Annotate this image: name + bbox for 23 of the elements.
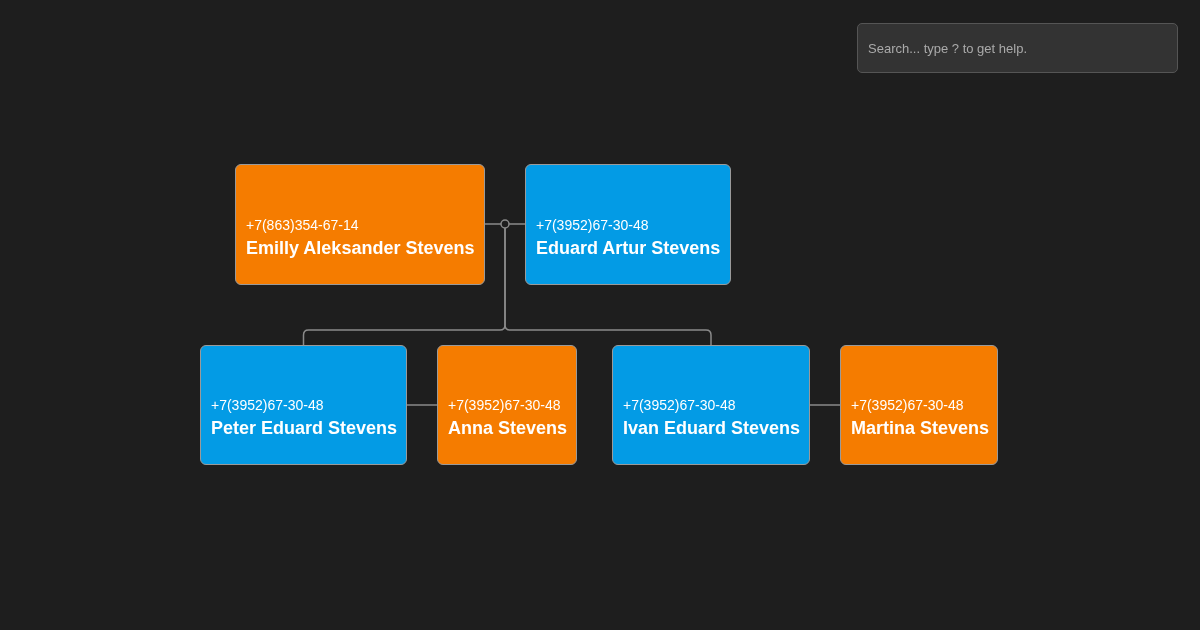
person-card[interactable]: +7(3952)67-30-48 Ivan Eduard Stevens <box>612 345 810 465</box>
phone-number: +7(3952)67-30-48 <box>623 396 736 414</box>
phone-number: +7(3952)67-30-48 <box>448 396 561 414</box>
person-name: Ivan Eduard Stevens <box>623 417 801 439</box>
partner-connector <box>809 404 841 406</box>
person-name: Eduard Artur Stevens <box>536 237 721 259</box>
person-card[interactable]: +7(3952)67-30-48 Peter Eduard Stevens <box>200 345 407 465</box>
person-card[interactable]: +7(863)354-67-14 Emilly Aleksander Stevens <box>235 164 485 285</box>
person-name: Anna Stevens <box>448 417 568 439</box>
person-name: Martina Stevens <box>851 417 990 439</box>
person-card[interactable]: +7(3952)67-30-48 Martina Stevens <box>840 345 998 465</box>
phone-number: +7(863)354-67-14 <box>246 216 359 234</box>
phone-number: +7(3952)67-30-48 <box>536 216 649 234</box>
phone-number: +7(3952)67-30-48 <box>211 396 324 414</box>
partner-connector <box>484 223 526 225</box>
person-name: Peter Eduard Stevens <box>211 417 398 439</box>
search-field[interactable]: Search... type ? to get help. <box>857 23 1178 73</box>
partner-connector <box>406 404 438 406</box>
person-name: Emilly Aleksander Stevens <box>246 237 475 259</box>
person-card[interactable]: +7(3952)67-30-48 Anna Stevens <box>437 345 577 465</box>
phone-number: +7(3952)67-30-48 <box>851 396 964 414</box>
junction-icon <box>500 219 510 229</box>
person-card[interactable]: +7(3952)67-30-48 Eduard Artur Stevens <box>525 164 731 285</box>
